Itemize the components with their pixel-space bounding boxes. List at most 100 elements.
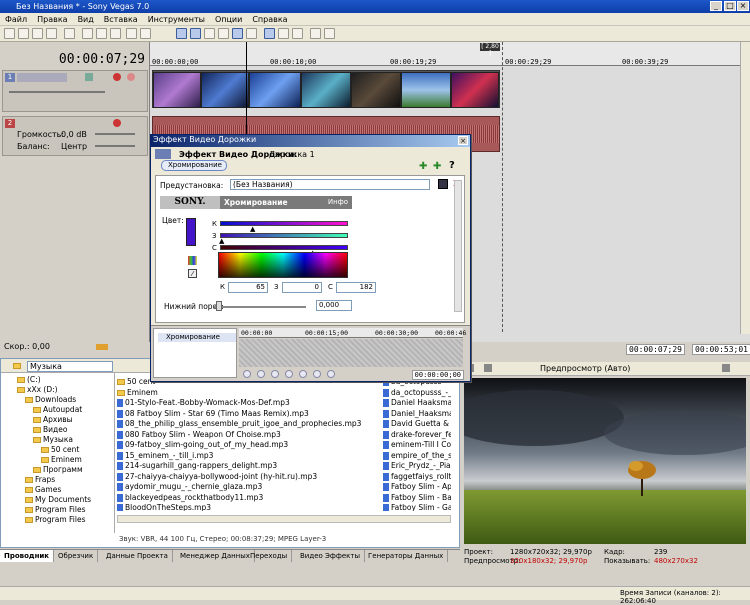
red-gradient[interactable] [220,221,348,226]
eyedropper-icon[interactable]: ⁄ [188,269,197,278]
tab-item[interactable]: Менеджер Данных [176,550,255,562]
track-fx-icon[interactable] [85,73,93,81]
folder-tree[interactable]: (C:) xXx (D:) Downloads Autoupdat Архивы Виде… [1,373,115,533]
auto-ripple-icon[interactable] [246,28,257,39]
render-icon[interactable] [64,28,75,39]
palette-icon[interactable] [188,256,197,265]
file-item[interactable]: 080 Fatboy Slim - Weapon Of Choise.mp3 [117,430,381,441]
zoom-tool-icon[interactable] [218,28,229,39]
cut-icon[interactable] [82,28,93,39]
tree-item[interactable]: Архивы [33,415,73,425]
file-item[interactable]: faggetfaiys_rollthe [383,472,451,483]
file-item[interactable]: Fatboy Slim - Gang [383,503,451,511]
level-slider-track[interactable] [9,91,105,93]
properties-icon[interactable] [46,28,57,39]
video-clip[interactable] [351,72,401,108]
video-track-lane[interactable] [152,70,500,108]
file-item[interactable]: 15_eminem_-_till_i.mp3 [117,451,381,462]
what-is-this-icon[interactable] [310,28,321,39]
auto-crossfade-icon[interactable] [232,28,243,39]
keyframe-ruler[interactable]: 00:00:00 00:00:15;00 00:00:30;00 00:00:4… [239,328,466,338]
file-item[interactable]: eminem-Till I Colla [383,440,451,451]
close-button[interactable]: × [737,1,749,11]
file-item[interactable]: empire_of_the_sun [383,451,451,462]
lock-envelopes-icon[interactable] [278,28,289,39]
video-clip[interactable] [401,72,451,108]
tab-item[interactable]: Видео Эффекты [296,550,366,562]
tree-item[interactable]: Games [25,485,61,495]
file-item[interactable]: 214-sugarhill_gang-rappers_delight.mp3 [117,461,381,472]
preset-combo[interactable]: (Без Названия) [230,179,430,190]
menu-edit[interactable]: Правка [32,13,72,24]
speed-slider-thumb[interactable] [96,344,108,350]
path-combo[interactable]: Музыка [27,361,113,372]
plugin-info-link[interactable]: Инфо [328,198,348,206]
file-item[interactable]: David Guetta & Kis [383,419,451,430]
tree-item[interactable]: Fraps [25,475,55,485]
threshold-slider-track[interactable] [214,306,306,308]
plugin-panel-scrollbar[interactable] [454,180,462,312]
file-item[interactable]: Eric_Prydz_-_Piano [383,461,451,472]
tree-item[interactable]: (C:) [17,375,41,385]
keyframe-lane[interactable] [239,339,463,367]
menu-file[interactable]: Файл [0,13,32,24]
video-clip[interactable] [153,72,201,108]
tree-item[interactable]: My Documents [25,495,91,505]
file-item[interactable]: Daniel Haaksman [383,398,451,409]
loop-keyframe-icon[interactable] [327,370,335,378]
menu-options[interactable]: Опции [210,13,247,24]
envelope-tool-icon[interactable] [190,28,201,39]
tree-item[interactable]: xXx (D:) [17,385,58,395]
green-gradient[interactable] [220,233,348,238]
file-item[interactable]: BloodOnTheSteps.mp3 [117,503,381,511]
color-spectrum[interactable] [218,252,348,278]
tree-item[interactable]: Program Files [25,505,86,515]
copy-snapshot-icon[interactable] [722,364,730,372]
file-list-col1[interactable]: 50 cent Eminem 01-Stylo-Feat.-Bobby-Womack… [117,377,381,511]
tree-item[interactable]: Autoupdat [33,405,82,415]
timeline-ruler[interactable]: [ 2,80 ] 00:00:00;00 00:00:10;00 00:00:1… [150,42,740,66]
red-value[interactable]: 65 [228,282,268,293]
file-item[interactable]: Eminem [117,388,381,399]
blue-slider[interactable]: С ▲ [212,244,348,257]
preview-mode-combo[interactable]: Предпросмотр (Авто) [540,364,630,373]
file-item[interactable]: 01-Stylo-Feat.-Bobby-Womack-Mos-Def.mp3 [117,398,381,409]
open-folder-icon[interactable] [18,28,29,39]
video-clip[interactable] [301,72,351,108]
copy-icon[interactable] [96,28,107,39]
delete-keyframe-icon[interactable] [299,370,307,378]
add-plugin-icon[interactable]: ✚ [419,161,427,172]
timeline-vertical-scrollbar[interactable] [740,42,750,334]
file-item[interactable]: 08_the_philip_glass_ensemble_pruit_igoe_… [117,419,381,430]
solo-icon[interactable] [127,73,135,81]
tree-item[interactable]: Program Files [25,515,86,525]
file-list-col2[interactable]: ba_octopusssda_octopusss_-_ReDaniel Haak… [383,377,451,511]
file-item[interactable]: 08 Fatboy Slim - Star 69 (Timo Maas Remi… [117,409,381,420]
red-thumb[interactable]: ▲ [250,225,256,233]
redo-icon[interactable] [140,28,151,39]
tree-item[interactable]: Программ [33,465,83,475]
selection-tool-icon[interactable] [204,28,215,39]
tab-item[interactable]: Генераторы Данных [364,550,449,562]
plugin-chain-icon[interactable]: ✚ [433,161,441,172]
go-start-icon[interactable] [243,370,251,378]
video-clip[interactable] [249,72,301,108]
maximize-button[interactable]: □ [724,1,736,11]
threshold-slider-thumb[interactable] [216,301,222,311]
file-item[interactable]: 27-chaiyya-chaiyya-bollywood-joint (hy-h… [117,472,381,483]
blue-value[interactable]: 182 [336,282,376,293]
tab-item[interactable]: Обрезчик [54,550,99,562]
file-item[interactable]: drake-forever_feat [383,430,451,441]
green-thumb[interactable]: ▲ [219,237,225,245]
threshold-value[interactable]: 0,000 [316,300,352,311]
prev-keyframe-icon[interactable] [257,370,265,378]
menu-insert[interactable]: Вставка [99,13,143,24]
blue-gradient[interactable] [220,245,348,250]
file-item[interactable]: Daniel_Haaksman [383,409,451,420]
tab-item[interactable]: Данные Проекта [102,550,173,562]
fx-chain-plugin-button[interactable]: Хромирование [161,160,227,171]
tree-item[interactable]: Eminem [41,455,82,465]
ignore-grouping-icon[interactable] [292,28,303,39]
video-clip[interactable] [201,72,249,108]
paste-icon[interactable] [110,28,121,39]
